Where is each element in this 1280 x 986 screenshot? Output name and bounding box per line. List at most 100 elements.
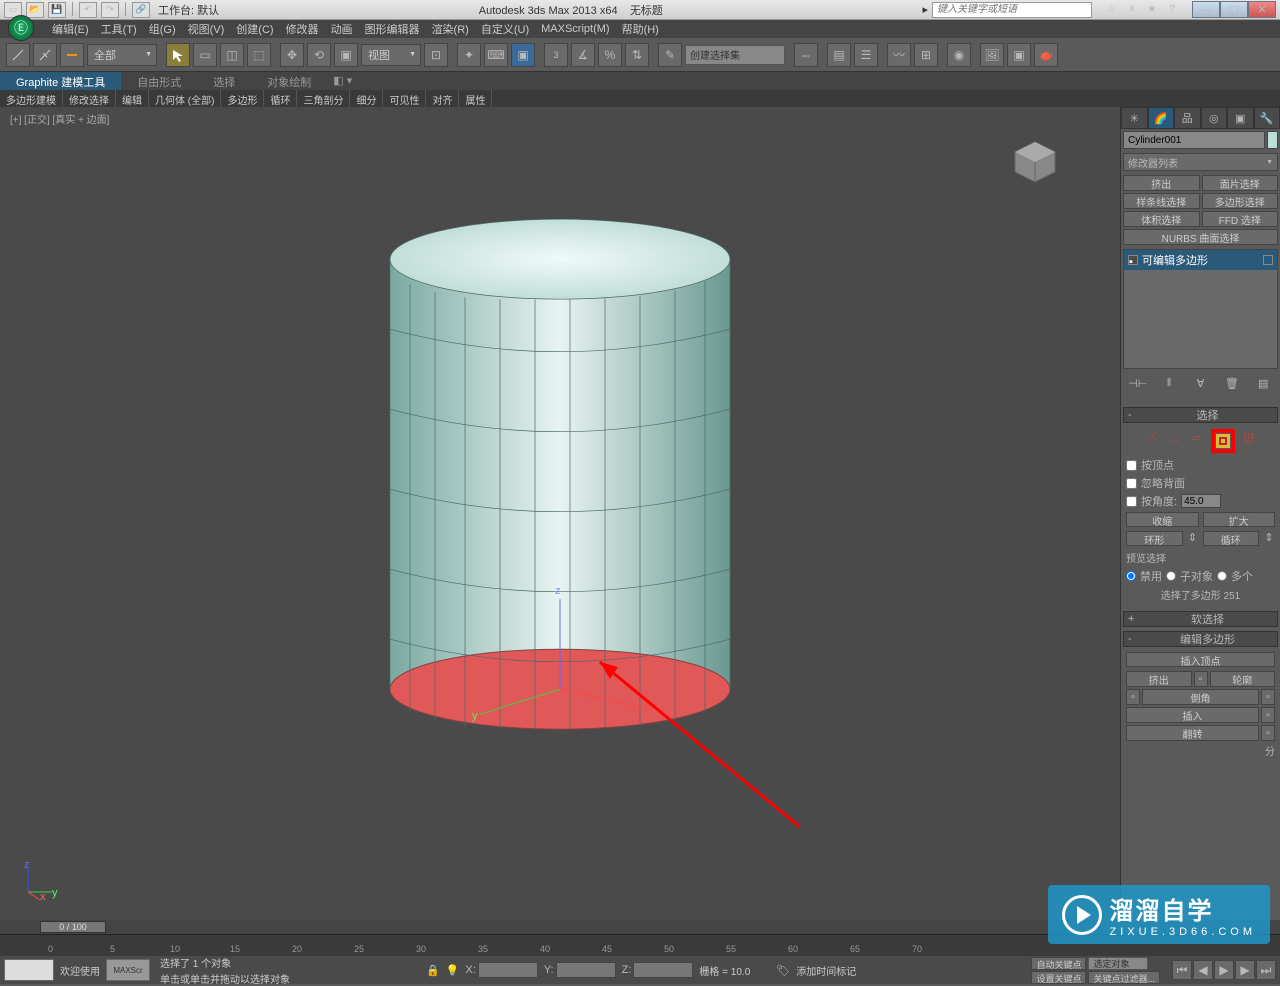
stack-toggle-icon[interactable] xyxy=(1263,255,1273,265)
modifier-stack[interactable]: ▪ 可编辑多边形 xyxy=(1123,249,1278,369)
snap-toggle-icon[interactable]: ▣ xyxy=(511,43,535,67)
menu-maxscript[interactable]: MAXScript(M) xyxy=(535,21,615,37)
percent-snap-icon[interactable]: % xyxy=(598,43,622,67)
tab-display-icon[interactable]: ▣ xyxy=(1227,107,1254,129)
mirror-icon[interactable]: ⇔ xyxy=(794,43,818,67)
rsub-poly[interactable]: 多边形 xyxy=(221,90,264,107)
viewport[interactable]: [+] [正交] [真实 + 边面] xyxy=(0,107,1120,920)
goto-end-icon[interactable]: ⏭ xyxy=(1256,960,1276,980)
coord-x-input[interactable] xyxy=(478,962,538,978)
select-object-icon[interactable] xyxy=(166,43,190,67)
menu-edit[interactable]: 编辑(E) xyxy=(46,19,95,39)
angle-spinner[interactable] xyxy=(1181,494,1221,508)
keyboard-shortcut-icon[interactable]: ⌨ xyxy=(484,43,508,67)
scale-icon[interactable]: ▣ xyxy=(334,43,358,67)
unlink-icon[interactable] xyxy=(33,43,57,67)
render-frame-icon[interactable]: ▣ xyxy=(1007,43,1031,67)
rsub-subdiv[interactable]: 细分 xyxy=(350,90,383,107)
help-icon[interactable]: ? xyxy=(1164,2,1180,18)
addtag-label[interactable]: 添加时间标记 xyxy=(796,963,856,978)
menu-animation[interactable]: 动画 xyxy=(325,19,359,39)
menu-tools[interactable]: 工具(T) xyxy=(95,19,143,39)
btn-nurbs-sel[interactable]: NURBS 曲面选择 xyxy=(1123,229,1278,245)
time-slider[interactable]: 0 / 100 xyxy=(40,921,106,933)
rsub-polymodel[interactable]: 多边形建模 xyxy=(0,90,63,107)
pivot-icon[interactable]: ⊡ xyxy=(424,43,448,67)
layers-icon[interactable]: ☰ xyxy=(854,43,878,67)
qat-open-icon[interactable]: 📂 xyxy=(26,2,44,18)
btn-spline-sel[interactable]: 样条线选择 xyxy=(1123,193,1200,209)
btn-poly-sel[interactable]: 多边形选择 xyxy=(1202,193,1279,209)
subobj-border-icon[interactable]: ▱ xyxy=(1189,429,1205,445)
exchange-icon[interactable]: ☓ xyxy=(1124,2,1140,18)
rsub-geom[interactable]: 几何体 (全部) xyxy=(149,90,221,107)
btn-flip-settings[interactable]: ▫ xyxy=(1261,725,1275,741)
radio-preview-multi[interactable] xyxy=(1217,571,1227,581)
material-editor-icon[interactable]: ◉ xyxy=(947,43,971,67)
manipulate-icon[interactable]: ✦ xyxy=(457,43,481,67)
radio-preview-sub[interactable] xyxy=(1166,571,1176,581)
btn-poly-outline[interactable]: 轮廓 xyxy=(1210,671,1276,687)
cylinder-object[interactable]: z x y xyxy=(350,189,770,769)
render-icon[interactable]: 🫖 xyxy=(1034,43,1058,67)
tab-create-icon[interactable]: ✳ xyxy=(1121,107,1148,129)
btn-ffd-sel[interactable]: FFD 选择 xyxy=(1202,211,1279,227)
edit-named-sel-icon[interactable]: ✎ xyxy=(658,43,682,67)
ribbon-expand-icon[interactable]: ◧ ▾ xyxy=(327,72,358,90)
btn-shrink[interactable]: 收缩 xyxy=(1126,512,1199,527)
radio-preview-off[interactable] xyxy=(1126,571,1136,581)
spinner-snap-icon[interactable]: ⇅ xyxy=(625,43,649,67)
menu-group[interactable]: 组(G) xyxy=(143,19,182,39)
chk-by-vertex[interactable] xyxy=(1126,460,1137,471)
maximize-button[interactable]: ▢ xyxy=(1220,1,1248,18)
timetag-icon[interactable]: 🏷 xyxy=(776,964,790,977)
maxscript-box[interactable]: MAXScr xyxy=(106,959,150,981)
object-color-swatch[interactable] xyxy=(1267,131,1278,149)
menu-grapheditors[interactable]: 图形编辑器 xyxy=(359,19,426,39)
viewcube-icon[interactable] xyxy=(1010,137,1060,187)
configure-icon[interactable]: ▤ xyxy=(1255,375,1271,391)
show-result-icon[interactable]: ‖ xyxy=(1161,375,1177,391)
keysel-input[interactable] xyxy=(1088,957,1148,970)
ribbon-tab-freeform[interactable]: 自由形式 xyxy=(121,72,197,90)
stack-expand-icon[interactable]: ▪ xyxy=(1128,255,1138,265)
subobj-vertex-icon[interactable]: ∴ xyxy=(1145,429,1161,445)
lock-icon[interactable]: 🔒 xyxy=(426,964,440,977)
ribbon-tab-graphite[interactable]: Graphite 建模工具 xyxy=(0,72,121,90)
btn-loop[interactable]: 循环 xyxy=(1203,531,1260,546)
make-unique-icon[interactable]: ∀ xyxy=(1192,375,1208,391)
setkey-button[interactable]: 设置关键点 xyxy=(1031,971,1086,984)
rsub-vis[interactable]: 可见性 xyxy=(383,90,426,107)
minimize-button[interactable]: — xyxy=(1192,1,1220,18)
rsub-align[interactable]: 对齐 xyxy=(426,90,459,107)
ribbon-tab-selection[interactable]: 选择 xyxy=(197,72,251,90)
subobj-polygon-icon[interactable] xyxy=(1216,434,1230,448)
selection-filter-dropdown[interactable]: 全部 xyxy=(87,44,157,66)
tab-hierarchy-icon[interactable]: 品 xyxy=(1174,107,1201,129)
move-icon[interactable]: ✥ xyxy=(280,43,304,67)
window-crossing-icon[interactable]: ⬚ xyxy=(247,43,271,67)
keyfilter-button[interactable]: 关键点过滤器... xyxy=(1088,971,1160,984)
btn-poly-flip[interactable]: 翻转 xyxy=(1126,725,1259,741)
bind-icon[interactable] xyxy=(60,43,84,67)
tab-motion-icon[interactable]: ◎ xyxy=(1201,107,1228,129)
next-frame-icon[interactable]: ▶ xyxy=(1235,960,1255,980)
btn-ring[interactable]: 环形 xyxy=(1126,531,1183,546)
btn-poly-inset[interactable]: 插入 xyxy=(1126,707,1259,723)
coord-y-input[interactable] xyxy=(556,962,616,978)
star-icon[interactable]: ★ xyxy=(1144,2,1160,18)
close-button[interactable]: ✕ xyxy=(1248,1,1276,18)
btn-poly-bevel[interactable]: 倒角 xyxy=(1142,689,1259,705)
named-selection-input[interactable] xyxy=(685,45,785,65)
isolate-icon[interactable]: 💡 xyxy=(446,964,460,977)
render-setup-icon[interactable]: 🖼 xyxy=(980,43,1004,67)
menu-rendering[interactable]: 渲染(R) xyxy=(426,19,475,39)
rsub-tri[interactable]: 三角剖分 xyxy=(297,90,350,107)
subobj-element-icon[interactable]: ◳ xyxy=(1241,429,1257,445)
btn-vol-sel[interactable]: 体积选择 xyxy=(1123,211,1200,227)
toolbox-icon[interactable]: ⌂ xyxy=(1104,2,1120,18)
rsub-props[interactable]: 属性 xyxy=(459,90,492,107)
btn-bevel-settings[interactable]: ▫ xyxy=(1261,689,1275,705)
schematic-icon[interactable]: ⊞ xyxy=(914,43,938,67)
coord-z-input[interactable] xyxy=(633,962,693,978)
